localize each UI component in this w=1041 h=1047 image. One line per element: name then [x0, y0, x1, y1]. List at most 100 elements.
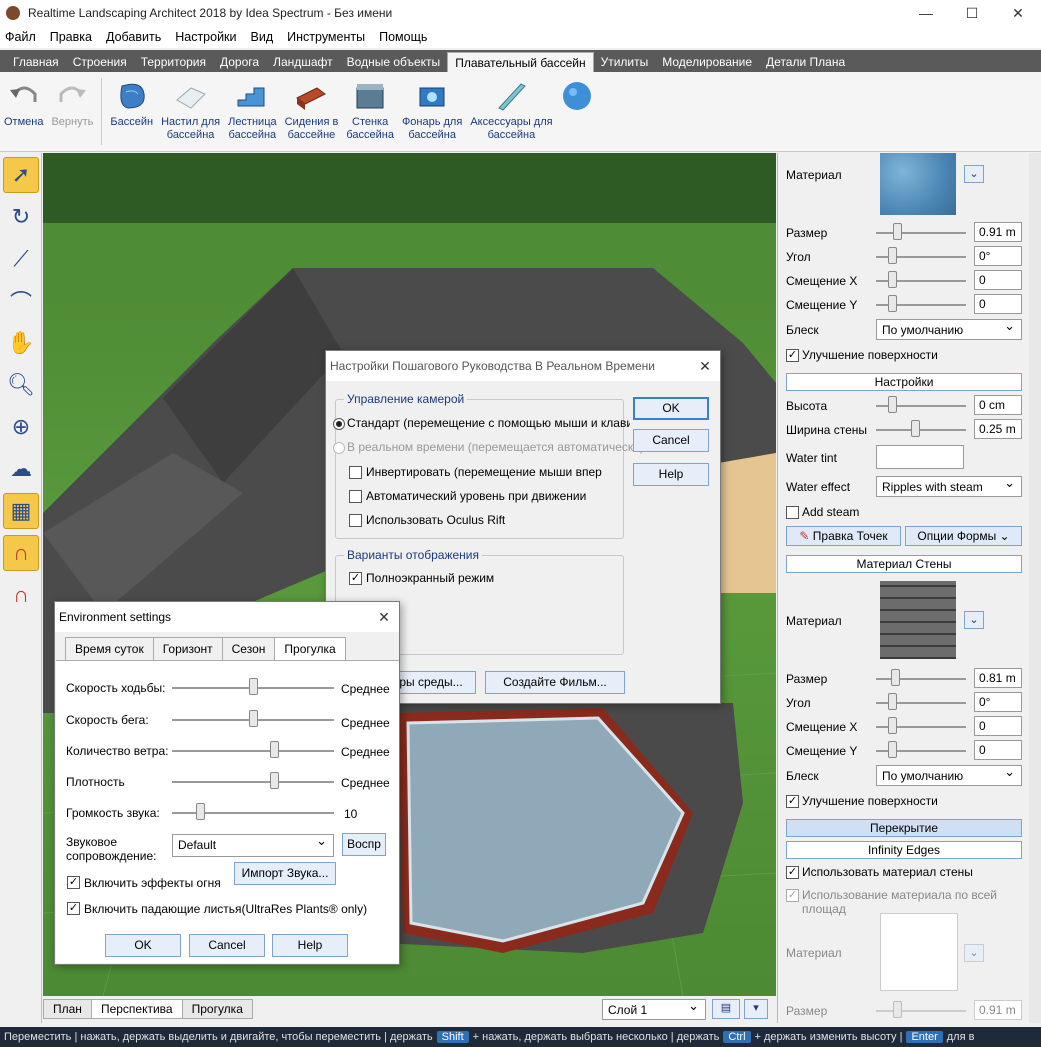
create-movie-button[interactable]: Создайте Фильм...: [485, 671, 625, 694]
water-effect-select[interactable]: Ripples with steam: [876, 475, 1022, 497]
close-icon[interactable]: ✕: [369, 609, 399, 626]
oculus-checkbox[interactable]: [349, 514, 362, 527]
maximize-button[interactable]: ☐: [949, 5, 995, 22]
surface-checkbox[interactable]: ✓: [786, 349, 799, 362]
walk-speed-slider[interactable]: [249, 678, 258, 695]
shape-options-button[interactable]: Опции Формы ⌄: [905, 526, 1022, 546]
magnet-snap-tool[interactable]: ∩: [3, 535, 39, 571]
falling-leaves-checkbox[interactable]: ✓: [67, 902, 80, 915]
line-edit-tool[interactable]: ⟋: [3, 241, 39, 277]
wall-width-slider[interactable]: [911, 420, 920, 437]
tab-buildings[interactable]: Строения: [66, 52, 134, 72]
offset-x-slider[interactable]: [888, 271, 897, 288]
wall-size-input[interactable]: 0.81 m: [974, 668, 1022, 688]
import-sound-button[interactable]: Импорт Звука...: [234, 862, 336, 885]
minimize-button[interactable]: —: [903, 5, 949, 21]
walkthrough-cancel-button[interactable]: Cancel: [633, 429, 709, 452]
coping-size-slider[interactable]: [893, 1001, 902, 1018]
gloss-select[interactable]: По умолчанию: [876, 318, 1022, 340]
pan-tool[interactable]: ✋: [3, 325, 39, 361]
menu-settings[interactable]: Настройки: [175, 30, 236, 44]
density-slider[interactable]: [270, 772, 279, 789]
wall-width-input[interactable]: 0.25 m: [974, 419, 1022, 439]
wall-material-swatch[interactable]: [880, 581, 956, 659]
fullscreen-checkbox[interactable]: ✓: [349, 572, 362, 585]
fire-effects-checkbox[interactable]: ✓: [67, 876, 80, 889]
use-material-all-checkbox[interactable]: ✓: [786, 889, 799, 902]
pool-material-swatch[interactable]: [880, 153, 956, 215]
settings-section-header[interactable]: Настройки: [786, 373, 1022, 391]
wall-offset-y-input[interactable]: 0: [974, 740, 1022, 760]
grid-snap-tool[interactable]: ▦: [3, 493, 39, 529]
angle-input[interactable]: 0°: [974, 246, 1022, 266]
pool-seat-button[interactable]: Сидения в бассейне: [281, 72, 343, 151]
height-input[interactable]: 0 cm: [974, 395, 1022, 415]
menu-add[interactable]: Добавить: [106, 30, 161, 44]
material-dropdown-button[interactable]: ⌄: [964, 165, 984, 183]
coping-section-header[interactable]: Перекрытие: [786, 819, 1022, 837]
offset-y-slider[interactable]: [888, 295, 897, 312]
volume-slider[interactable]: [196, 803, 205, 820]
wall-angle-slider[interactable]: [888, 693, 897, 710]
menu-view[interactable]: Вид: [251, 30, 274, 44]
env-help-button[interactable]: Help: [272, 934, 348, 957]
tab-water-objects[interactable]: Водные объекты: [340, 52, 448, 72]
pool-deck-button[interactable]: Настил для бассейна: [157, 72, 224, 151]
tab-terrain[interactable]: Территория: [134, 52, 213, 72]
infinity-edges-section-header[interactable]: Infinity Edges: [786, 841, 1022, 859]
zoom-window-tool[interactable]: ⊕: [3, 409, 39, 445]
tab-season[interactable]: Сезон: [221, 637, 276, 661]
menu-edit[interactable]: Правка: [50, 30, 92, 44]
run-speed-slider[interactable]: [249, 710, 258, 727]
undo-button[interactable]: Отмена: [0, 72, 47, 151]
wall-angle-input[interactable]: 0°: [974, 692, 1022, 712]
invert-checkbox[interactable]: [349, 466, 362, 479]
walkthrough-ok-button[interactable]: OK: [633, 397, 709, 420]
tab-perspective[interactable]: Перспектива: [90, 999, 183, 1019]
menu-tools[interactable]: Инструменты: [287, 30, 365, 44]
coping-size-input[interactable]: 0.91 m: [974, 1000, 1022, 1020]
wall-size-slider[interactable]: [891, 669, 900, 686]
offset-x-input[interactable]: 0: [974, 270, 1022, 290]
tab-modeling[interactable]: Моделирование: [655, 52, 759, 72]
walkthrough-help-button[interactable]: Help: [633, 463, 709, 486]
redo-button[interactable]: Вернуть: [47, 72, 97, 151]
layer-manager-button[interactable]: ▤: [712, 999, 740, 1019]
offset-y-input[interactable]: 0: [974, 294, 1022, 314]
close-icon[interactable]: ✕: [690, 358, 720, 375]
wall-material-dropdown-button[interactable]: ⌄: [964, 611, 984, 629]
water-tint-color[interactable]: [876, 445, 964, 469]
wall-offset-y-slider[interactable]: [888, 741, 897, 758]
tab-horizon[interactable]: Горизонт: [152, 637, 223, 661]
tab-time-of-day[interactable]: Время суток: [65, 637, 154, 661]
water-texture-button[interactable]: [557, 72, 597, 151]
tab-utilities[interactable]: Утилиты: [594, 52, 656, 72]
close-button[interactable]: ✕: [995, 5, 1041, 22]
tab-swimming-pool[interactable]: Плавательный бассейн: [447, 52, 594, 72]
pool-wall-button[interactable]: Стенка бассейна: [342, 72, 398, 151]
pool-light-button[interactable]: Фонарь для бассейна: [398, 72, 466, 151]
tab-home[interactable]: Главная: [6, 52, 66, 72]
layer-select[interactable]: Слой 1: [602, 998, 706, 1020]
pool-accessories-button[interactable]: Аксессуары для бассейна: [466, 72, 556, 151]
size-slider[interactable]: [893, 223, 902, 240]
coping-material-dropdown-button[interactable]: ⌄: [964, 944, 984, 962]
wall-surface-checkbox[interactable]: ✓: [786, 795, 799, 808]
sound-select[interactable]: Default: [172, 833, 334, 857]
pool-button[interactable]: Бассейн: [106, 72, 157, 151]
tab-plan-details[interactable]: Детали Плана: [759, 52, 852, 72]
tab-walkthrough[interactable]: Прогулка: [181, 999, 253, 1019]
layer-dropdown-button[interactable]: ▾: [744, 999, 768, 1019]
auto-level-checkbox[interactable]: [349, 490, 362, 503]
standard-radio[interactable]: [333, 418, 345, 430]
height-slider[interactable]: [888, 396, 897, 413]
wall-offset-x-input[interactable]: 0: [974, 716, 1022, 736]
play-sound-button[interactable]: Воспр: [342, 833, 386, 856]
tab-plan[interactable]: План: [43, 999, 92, 1019]
menu-file[interactable]: Файл: [5, 30, 36, 44]
menu-help[interactable]: Помощь: [379, 30, 427, 44]
add-steam-checkbox[interactable]: [786, 506, 799, 519]
tab-road[interactable]: Дорога: [213, 52, 266, 72]
zoom-tool[interactable]: 🔍︎: [3, 367, 39, 403]
wall-offset-x-slider[interactable]: [888, 717, 897, 734]
